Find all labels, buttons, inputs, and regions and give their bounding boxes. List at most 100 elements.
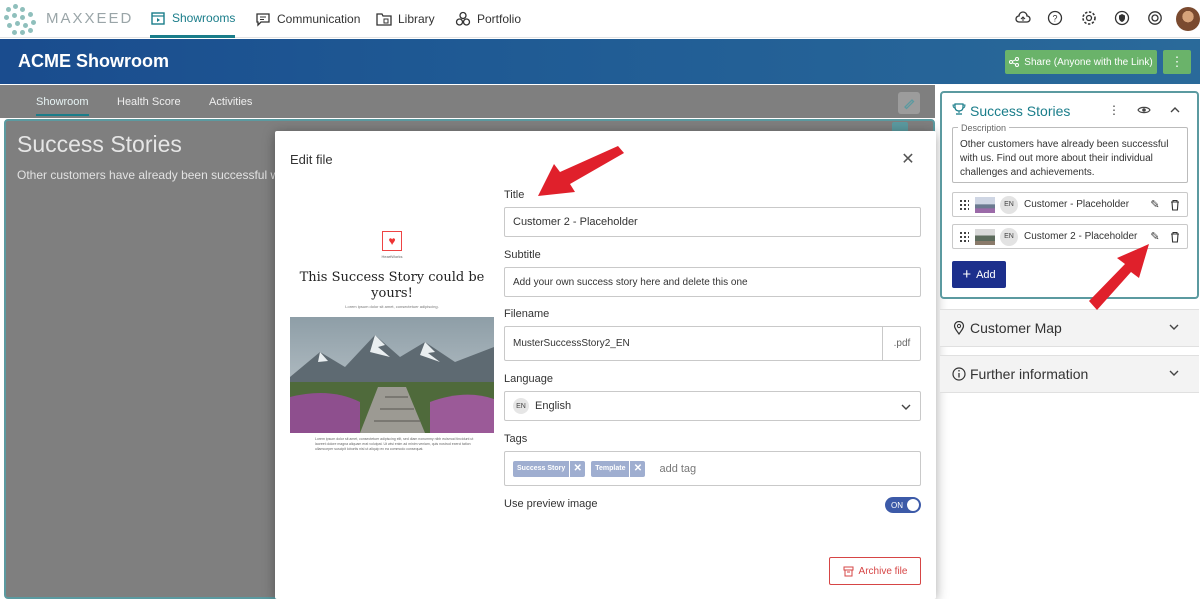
page-title: ACME Showroom [18,51,169,71]
language-value: English [535,400,572,412]
settings-gear-icon[interactable] [1147,10,1163,26]
subtitle-label: Subtitle [504,249,541,261]
tag-label: Success Story [517,465,566,472]
drag-handle-icon[interactable] [959,230,969,243]
share-icon [1009,57,1020,67]
svg-text:?: ? [1052,14,1057,24]
file-row[interactable]: EN Customer - Placeholder ✎ [952,192,1188,217]
edit-file-dialog: Edit file ✕ ♥ HeartWorks This Success St… [275,131,936,599]
cloud-upload-icon[interactable] [1015,10,1031,26]
file-name: Customer - Placeholder [1024,199,1130,210]
tab-activities[interactable]: Activities [209,96,252,108]
file-language-badge: EN [1000,195,1018,214]
filename-input[interactable]: MusterSuccessStory2_EN [504,326,921,361]
pencil-icon [904,99,915,110]
file-name: Customer 2 - Placeholder [1024,231,1138,242]
trash-icon[interactable] [1168,230,1182,244]
dialog-title: Edit file [290,152,333,167]
title-input[interactable]: Customer 2 - Placeholder [504,207,921,237]
help-icon[interactable]: ? [1047,10,1063,26]
tab-health-score[interactable]: Health Score [117,96,181,108]
shield-icon[interactable] [1114,10,1130,26]
eye-icon[interactable] [1137,103,1151,117]
portfolio-icon [455,11,471,26]
settings-icon[interactable] [1081,10,1097,26]
add-tag-input[interactable]: add tag [659,463,696,475]
further-information-label: Further information [970,366,1089,382]
archive-file-button[interactable]: Archive file [829,557,921,585]
remove-tag-icon[interactable]: ✕ [569,460,585,477]
library-icon [376,13,392,26]
add-file-button[interactable]: + Add [952,261,1006,288]
preview-brand: HeartWorks [381,254,403,259]
close-button[interactable]: ✕ [898,149,918,169]
chat-icon [256,13,270,27]
filename-label: Filename [504,308,550,320]
nav-showrooms[interactable]: Showrooms [150,0,236,38]
location-pin-icon [953,321,965,335]
nav-library[interactable]: Library [376,0,435,38]
section-description: Other customers have already been succes… [17,168,275,182]
chevron-down-icon[interactable] [1168,321,1180,333]
tags-input[interactable]: Success Story ✕ Template ✕ add tag [504,451,921,486]
maxxeed-logo[interactable]: MAXXEED [0,2,160,36]
plus-icon: + [962,266,972,283]
nav-portfolio-label: Portfolio [477,12,522,26]
preview-headline: This Success Story could be yours! [299,270,485,301]
section-title: Success Stories [17,131,182,157]
more-vertical-icon: ⋮ [1170,54,1184,69]
top-navigation: MAXXEED Showrooms Communication Library … [0,0,1200,38]
file-thumbnail [975,196,995,213]
trash-icon[interactable] [1168,198,1182,212]
more-options-button[interactable]: ⋮ [1163,50,1191,74]
tab-showroom[interactable]: Showroom [36,96,89,116]
preview-image-toggle[interactable]: ON [885,497,921,513]
add-file-label: Add [976,268,996,281]
file-extension: .pdf [882,326,921,361]
showroom-icon [151,11,165,25]
file-preview: ♥ HeartWorks This Success Story could be… [290,191,494,531]
edit-icon[interactable]: ✎ [1148,198,1162,212]
description-text: Other customers have already been succes… [960,139,1169,178]
user-avatar[interactable] [1176,7,1200,31]
customer-map-label: Customer Map [970,320,1062,336]
chevron-down-icon [901,404,911,410]
chevron-up-icon[interactable] [1168,103,1182,117]
language-code-badge: EN [513,398,529,414]
tag-chip: Success Story ✕ [513,460,586,477]
chevron-down-icon[interactable] [1168,367,1180,379]
filename-value: MusterSuccessStory2_EN [513,338,630,349]
logo-text: MAXXEED [46,10,134,27]
panel-menu-icon[interactable]: ⋮ [1107,103,1121,117]
title-label: Title [504,189,525,201]
archive-icon [843,566,854,576]
language-label: Language [504,373,553,385]
info-icon [952,367,966,381]
heart-logo-icon: ♥ [382,231,402,251]
close-icon: ✕ [901,151,915,168]
drag-handle-icon[interactable] [959,198,969,211]
toggle-knob [907,499,919,511]
preview-mountain-image [290,317,494,433]
edit-icon[interactable]: ✎ [1148,230,1162,244]
subtitle-input[interactable]: Add your own success story here and dele… [504,267,921,297]
file-row[interactable]: EN Customer 2 - Placeholder ✎ [952,224,1188,249]
nav-library-label: Library [398,12,435,26]
toggle-state: ON [891,500,903,510]
panel-title: Success Stories [970,103,1071,119]
preview-body-text: Lorem ipsum dolor sit amet, consectetuer… [315,437,474,451]
trophy-icon [952,103,966,115]
tag-label: Template [595,465,626,472]
nav-communication-label: Communication [277,12,361,26]
nav-portfolio[interactable]: Portfolio [455,0,521,38]
tags-label: Tags [504,433,528,445]
nav-showrooms-label: Showrooms [172,10,236,25]
file-language-badge: EN [1000,227,1018,246]
remove-tag-icon[interactable]: ✕ [629,460,645,477]
logo-dots-icon [4,4,40,36]
archive-file-label: Archive file [858,565,908,577]
language-select[interactable]: EN English [504,391,921,421]
edit-mode-button[interactable] [898,92,920,114]
nav-communication[interactable]: Communication [255,0,360,38]
share-button[interactable]: Share (Anyone with the Link) [1005,50,1157,74]
